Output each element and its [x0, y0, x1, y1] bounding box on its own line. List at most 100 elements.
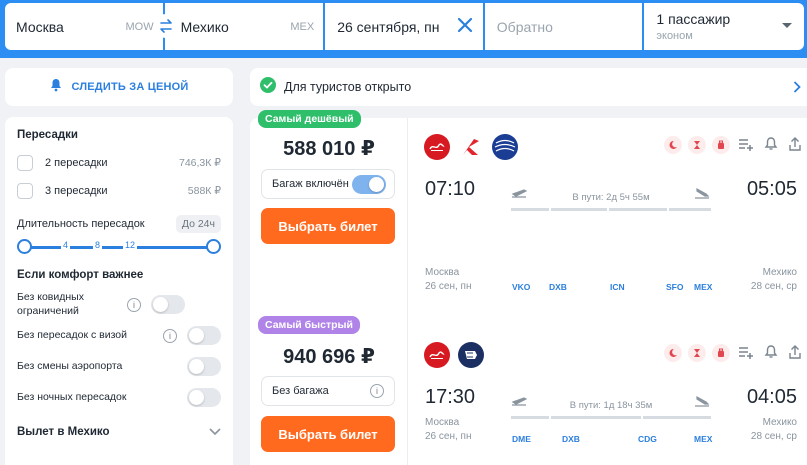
- check-circle-icon: [260, 76, 276, 98]
- toggle-label: Без ковидных ограничений: [17, 291, 84, 317]
- share-icon[interactable]: [787, 136, 803, 157]
- arrival-date: 28 сен, ср: [750, 281, 797, 292]
- departure-date: 26 сен, пн: [425, 431, 472, 442]
- arrival-time: 04:05: [746, 386, 797, 408]
- filter-label: 2 пересадки: [45, 157, 108, 169]
- filter-label: 3 пересадки: [45, 185, 108, 197]
- select-ticket-button[interactable]: Выбрать билет: [261, 416, 395, 452]
- filter-transfers-3[interactable]: 3 пересадки 588К ₽: [17, 177, 221, 205]
- departure-title: Вылет в Мехико: [17, 426, 110, 438]
- toggle-switch[interactable]: [187, 357, 221, 376]
- slider-min-handle[interactable]: [17, 239, 32, 254]
- slider-tick: 12: [123, 240, 138, 250]
- departure-city: Москва: [425, 267, 460, 278]
- add-to-list-icon[interactable]: [737, 135, 755, 158]
- route-track: [511, 208, 711, 211]
- comfort-title: Если комфорт важнее: [17, 269, 144, 281]
- bell-icon[interactable]: [763, 344, 779, 365]
- airport-code: CDG: [638, 434, 657, 444]
- swap-icon[interactable]: [154, 14, 178, 38]
- filter-no-visa[interactable]: Без пересадок с визой i: [17, 320, 221, 351]
- hourglass-icon: [688, 344, 706, 362]
- route-line: В пути: 2д 5ч 55м: [511, 187, 711, 227]
- fastest-badge: Самый быстрый: [258, 316, 360, 334]
- arrival-date: 28 сен, ср: [750, 431, 797, 442]
- baggage-toggle-row[interactable]: Багаж включён: [261, 169, 395, 199]
- moon-icon: [664, 344, 682, 362]
- transfers-title: Пересадки: [17, 129, 78, 141]
- origin-code: MOW: [125, 21, 154, 33]
- stop-marker: [549, 414, 551, 421]
- info-icon[interactable]: i: [163, 328, 177, 343]
- airline-logos: [424, 342, 484, 368]
- ticket-card-fastest[interactable]: Самый быстрый 940 696 ₽ Без багажа i Выб…: [250, 316, 807, 465]
- chevron-right-icon: [793, 80, 801, 98]
- toggle-switch[interactable]: [151, 295, 185, 314]
- airfrance-logo: [458, 342, 484, 368]
- toggle-label: Без смены аэропорта: [17, 359, 123, 372]
- toggle-label: Без ночных пересадок: [17, 390, 127, 403]
- hourglass-icon: [688, 136, 706, 154]
- checkbox[interactable]: [17, 183, 33, 199]
- return-date-field[interactable]: Обратно: [484, 3, 643, 50]
- select-ticket-button[interactable]: Выбрать билет: [261, 208, 395, 244]
- airport-code: SFO: [666, 282, 684, 292]
- destination-value: Мехико: [180, 18, 229, 35]
- airport-code: DME: [512, 434, 531, 444]
- departure-date: 26 сен, пн: [425, 281, 472, 292]
- baggage-toggle-row[interactable]: Без багажа i: [261, 376, 395, 406]
- filter-transfers-2[interactable]: 2 пересадки 746,3К ₽: [17, 149, 221, 177]
- stop-marker: [549, 206, 551, 213]
- ticket-price: 588 010 ₽: [283, 138, 375, 160]
- tourist-banner[interactable]: Для туристов открыто: [250, 68, 807, 106]
- passengers-field[interactable]: 1 пассажир эконом: [644, 3, 804, 50]
- filter-no-covid[interactable]: Без ковидных ограничений i: [17, 289, 221, 320]
- return-placeholder: Обратно: [496, 18, 553, 35]
- results-area: СЛЕДИТЬ ЗА ЦЕНОЙ Пересадки 2 пересадки 7…: [0, 58, 807, 465]
- filters-panel: Пересадки 2 пересадки 746,3К ₽ 3 пересад…: [5, 117, 233, 465]
- departure-filter-header[interactable]: Вылет в Мехико: [17, 423, 221, 441]
- baggage-label: Багаж включён: [272, 178, 349, 190]
- bell-icon[interactable]: [763, 136, 779, 157]
- track-price-button[interactable]: СЛЕДИТЬ ЗА ЦЕНОЙ: [5, 68, 233, 106]
- baggage-warning-icon: [712, 136, 730, 154]
- baggage-toggle[interactable]: [352, 174, 386, 194]
- filter-price: 746,3К ₽: [179, 157, 221, 169]
- filter-no-night[interactable]: Без ночных пересадок: [17, 382, 221, 413]
- destination-field[interactable]: Мехико MEX: [164, 3, 324, 50]
- share-icon[interactable]: [787, 344, 803, 365]
- slider-max-handle[interactable]: [206, 239, 221, 254]
- destination-code: MEX: [290, 21, 315, 33]
- toggle-switch[interactable]: [187, 326, 221, 345]
- baggage-label: Без багажа: [272, 385, 329, 397]
- price-column: Самый быстрый 940 696 ₽ Без багажа i Выб…: [250, 316, 408, 465]
- stop-marker: [667, 206, 669, 213]
- departure-city: Москва: [425, 417, 460, 428]
- clear-date-icon[interactable]: [457, 17, 473, 38]
- duration-slider[interactable]: 4 8 12: [17, 237, 221, 261]
- aeromexico-logo: [458, 134, 484, 160]
- airport-code: MEX: [694, 434, 713, 444]
- checkbox[interactable]: [17, 155, 33, 171]
- slider-tick: 8: [93, 240, 103, 250]
- stop-marker: [607, 206, 609, 213]
- track-price-label: СЛЕДИТЬ ЗА ЦЕНОЙ: [71, 81, 189, 93]
- toggle-switch[interactable]: [187, 388, 221, 407]
- departure-time: 07:10: [425, 178, 476, 200]
- arrival-time: 05:05: [746, 178, 797, 200]
- duration-label: Длительность пересадок: [17, 218, 145, 230]
- add-to-list-icon[interactable]: [737, 343, 755, 366]
- banner-text: Для туристов открыто: [284, 80, 412, 94]
- arrival-city: Мехико: [762, 417, 797, 428]
- search-bar: Москва MOW Мехико MEX 26 сентября, пн Об…: [5, 3, 804, 50]
- ticket-actions: [737, 343, 803, 366]
- info-icon[interactable]: i: [370, 384, 384, 398]
- filter-no-airport-change[interactable]: Без смены аэропорта: [17, 351, 221, 382]
- info-icon[interactable]: i: [127, 297, 141, 312]
- origin-field[interactable]: Москва MOW: [5, 3, 163, 50]
- route-track: [511, 416, 711, 419]
- filter-price: 588К ₽: [187, 185, 221, 197]
- departure-date-field[interactable]: 26 сентября, пн: [325, 3, 483, 50]
- airline-logos: [424, 134, 518, 160]
- chevron-down-icon: [781, 23, 792, 28]
